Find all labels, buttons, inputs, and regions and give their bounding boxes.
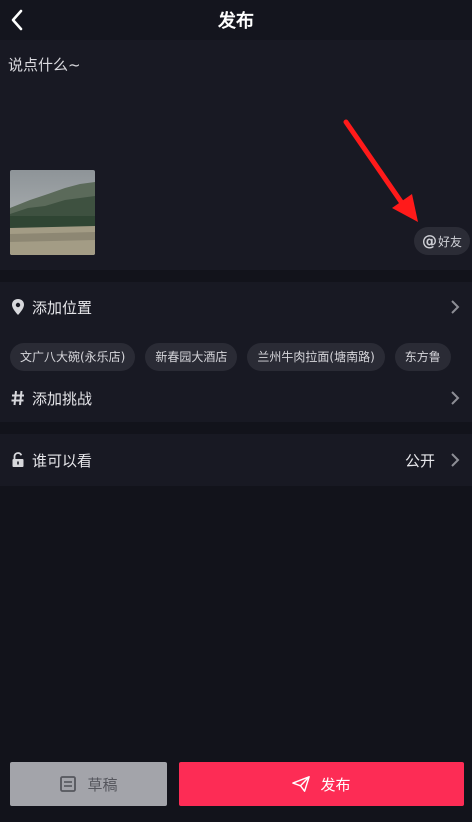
add-challenge-row[interactable]: 添加挑战 <box>0 378 472 418</box>
at-friends-label: 好友 <box>438 234 463 249</box>
back-arrow-icon[interactable] <box>6 8 30 32</box>
add-challenge-label: 添加挑战 <box>32 389 93 408</box>
at-friends-button[interactable]: @ 好友 <box>414 227 471 255</box>
publish-label: 发布 <box>320 775 351 794</box>
landscape-thumbnail-image <box>10 170 95 255</box>
save-draft-button[interactable]: 草稿 <box>10 762 167 806</box>
compose-panel: 说点什么~ @ 好友 <box>0 40 472 270</box>
publish-button[interactable]: 发布 <box>179 762 464 806</box>
at-icon: @ <box>422 232 437 250</box>
visibility-row[interactable]: 谁可以看 公开 <box>0 440 472 480</box>
location-pin-icon <box>10 299 26 315</box>
chevron-right-icon <box>451 453 460 467</box>
location-suggestions: 文广八大碗(永乐店) 新春园大酒店 兰州牛肉拉面(塘南路) 东方鲁 <box>10 343 472 371</box>
video-thumbnail[interactable] <box>10 170 95 255</box>
chevron-right-icon <box>451 391 460 405</box>
caption-input[interactable]: 说点什么~ <box>8 54 81 75</box>
add-location-label: 添加位置 <box>32 298 93 317</box>
hashtag-icon <box>10 390 26 406</box>
page-title: 发布 <box>218 11 254 32</box>
location-chip[interactable]: 新春园大酒店 <box>145 343 238 371</box>
visibility-value: 公开 <box>404 451 435 470</box>
add-location-row[interactable]: 添加位置 <box>0 287 472 327</box>
location-chip[interactable]: 东方鲁 <box>394 343 451 371</box>
top-bar: 发布 <box>0 0 472 40</box>
draft-box-icon <box>59 775 77 793</box>
visibility-label: 谁可以看 <box>32 451 93 470</box>
location-chip[interactable]: 文广八大碗(永乐店) <box>10 343 136 371</box>
chevron-right-icon <box>451 300 460 314</box>
draft-label: 草稿 <box>87 775 118 794</box>
lock-icon <box>10 452 26 468</box>
location-chip[interactable]: 兰州牛肉拉面(塘南路) <box>247 343 385 371</box>
send-plane-icon <box>292 775 311 793</box>
